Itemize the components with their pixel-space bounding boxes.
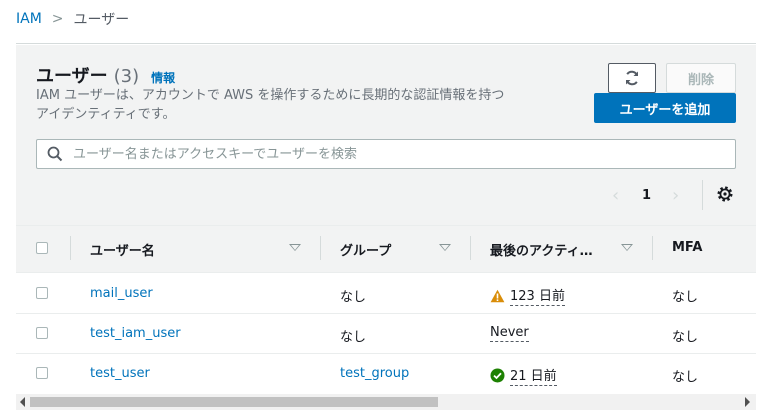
last-activity-text[interactable]: 21 日前 bbox=[510, 365, 557, 386]
mfa-cell: なし bbox=[672, 330, 699, 345]
scrollbar-thumb[interactable] bbox=[30, 397, 438, 407]
row-checkbox[interactable] bbox=[36, 367, 48, 379]
column-divider bbox=[652, 236, 653, 260]
sort-caret-icon[interactable] bbox=[621, 244, 633, 251]
user-name-link[interactable]: test_user bbox=[90, 366, 150, 381]
divider bbox=[16, 43, 756, 44]
last-activity-cell: Never bbox=[490, 325, 529, 342]
preferences-button[interactable] bbox=[716, 185, 734, 207]
search-field[interactable] bbox=[36, 139, 736, 169]
pager-divider bbox=[702, 180, 703, 210]
column-divider bbox=[320, 236, 321, 260]
page-number[interactable]: 1 bbox=[642, 181, 651, 209]
last-activity-text[interactable]: 123 日前 bbox=[510, 285, 565, 306]
title-text: ユーザー bbox=[36, 66, 108, 87]
mfa-cell: なし bbox=[672, 290, 699, 305]
refresh-button[interactable] bbox=[608, 63, 656, 93]
mfa-cell: なし bbox=[672, 370, 699, 385]
column-divider bbox=[70, 236, 71, 260]
group-cell: なし bbox=[340, 290, 367, 305]
search-input[interactable] bbox=[71, 145, 715, 163]
sort-caret-icon[interactable] bbox=[439, 244, 451, 251]
delete-button[interactable]: 削除 bbox=[666, 63, 736, 93]
breadcrumb: IAM > ユーザー bbox=[16, 9, 129, 29]
refresh-icon bbox=[626, 70, 638, 86]
breadcrumb-iam-link[interactable]: IAM bbox=[16, 11, 42, 27]
column-header-username[interactable]: ユーザー名 bbox=[90, 240, 155, 259]
add-user-button[interactable]: ユーザーを追加 bbox=[594, 93, 736, 123]
column-header-mfa[interactable]: MFA bbox=[672, 240, 702, 255]
last-activity-text[interactable]: Never bbox=[490, 325, 529, 342]
next-page-button[interactable]: › bbox=[672, 181, 679, 209]
column-header-last-activity[interactable]: 最後のアクティ… bbox=[490, 240, 593, 259]
row-checkbox[interactable] bbox=[36, 327, 48, 339]
scroll-left-arrow-icon[interactable] bbox=[20, 397, 25, 407]
scroll-right-arrow-icon[interactable] bbox=[745, 397, 750, 407]
user-count: (3) bbox=[113, 66, 140, 87]
gear-icon bbox=[717, 186, 733, 202]
page-description: IAM ユーザーは、アカウントで AWS を操作するために長期的な認証情報を持つ… bbox=[36, 88, 505, 122]
sort-caret-icon[interactable] bbox=[289, 244, 301, 251]
last-activity-cell: 21 日前 bbox=[490, 365, 557, 386]
check-circle-icon bbox=[490, 368, 505, 383]
breadcrumb-current: ユーザー bbox=[73, 12, 130, 28]
breadcrumb-separator: > bbox=[51, 11, 64, 27]
warning-icon bbox=[490, 289, 505, 302]
select-all-checkbox[interactable] bbox=[36, 242, 48, 254]
info-link[interactable]: 情報 bbox=[151, 69, 175, 86]
column-divider bbox=[470, 236, 471, 260]
user-name-link[interactable]: mail_user bbox=[90, 286, 153, 301]
column-header-group[interactable]: グループ bbox=[340, 240, 391, 259]
search-icon bbox=[47, 146, 63, 162]
row-checkbox[interactable] bbox=[36, 287, 48, 299]
user-name-link[interactable]: test_iam_user bbox=[90, 326, 181, 341]
last-activity-cell: 123 日前 bbox=[490, 285, 565, 306]
prev-page-button[interactable]: ‹ bbox=[612, 181, 619, 209]
group-link[interactable]: test_group bbox=[340, 366, 409, 381]
group-cell: なし bbox=[340, 330, 367, 345]
page-title: ユーザー (3) 情報 bbox=[36, 62, 175, 88]
